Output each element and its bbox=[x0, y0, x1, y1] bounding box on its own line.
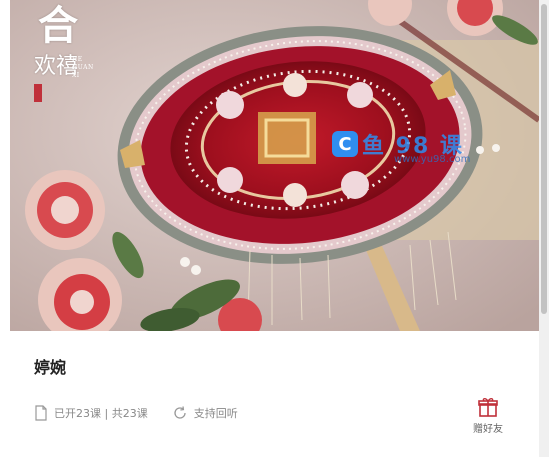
scrollbar-thumb[interactable] bbox=[541, 4, 547, 314]
vertical-scrollbar[interactable] bbox=[539, 0, 549, 457]
brand-seal-icon bbox=[34, 84, 42, 102]
brand-logo-pinyin: HE HUAN XI bbox=[72, 56, 94, 79]
course-page: 合 欢禧 HE HUAN XI C 鱼 98 课 www.yu98.com 婷婉… bbox=[0, 0, 549, 457]
c-logo-icon: C bbox=[332, 131, 358, 157]
course-meta: 已开23课 | 共23课 支持回听 bbox=[34, 405, 238, 421]
replay-text: 支持回听 bbox=[193, 407, 238, 420]
course-cover-image: 合 欢禧 HE HUAN XI C 鱼 98 课 www.yu98.com bbox=[10, 0, 539, 331]
replay-icon bbox=[174, 406, 186, 419]
course-title: 婷婉 bbox=[34, 358, 67, 377]
lessons-info: 已开23课 | 共23课 bbox=[34, 405, 148, 421]
brand-logo: 合 欢禧 HE HUAN XI bbox=[32, 4, 102, 114]
brand-logo-main: 合 bbox=[38, 2, 78, 49]
replay-info: 支持回听 bbox=[172, 405, 238, 421]
gift-box-icon bbox=[478, 398, 498, 417]
lessons-text: 已开23课 | 共23课 bbox=[54, 407, 148, 420]
gift-friend-button[interactable]: 赠好友 bbox=[470, 396, 506, 435]
document-icon bbox=[35, 405, 47, 421]
watermark-url: www.yu98.com bbox=[394, 154, 471, 165]
gift-friend-label: 赠好友 bbox=[473, 424, 503, 435]
